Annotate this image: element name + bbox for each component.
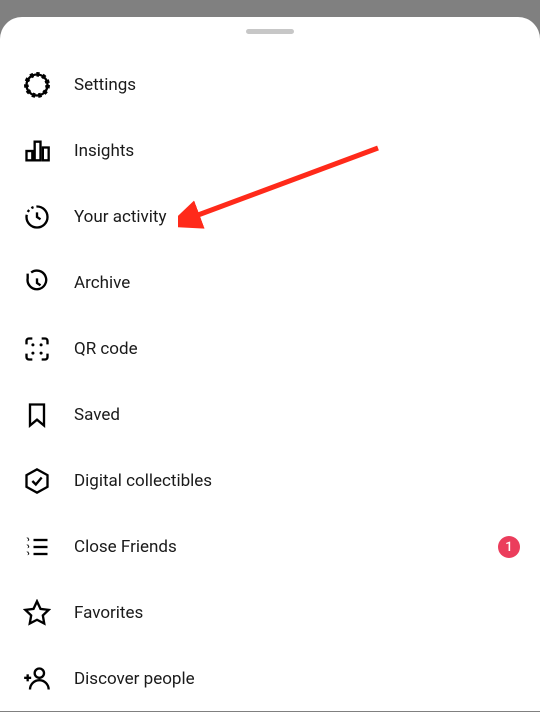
saved-icon xyxy=(22,400,52,430)
menu-item-insights[interactable]: Insights xyxy=(0,118,540,184)
menu-item-your-activity[interactable]: Your activity xyxy=(0,184,540,250)
archive-icon xyxy=(22,268,52,298)
drag-handle[interactable] xyxy=(246,29,294,34)
menu-label: Archive xyxy=(74,273,130,293)
menu-item-digital-collectibles[interactable]: Digital collectibles xyxy=(0,448,540,514)
favorites-icon xyxy=(22,598,52,628)
gear-icon xyxy=(22,70,52,100)
menu-label: QR code xyxy=(74,339,138,359)
qr-icon xyxy=(22,334,52,364)
menu-label: Favorites xyxy=(74,603,143,623)
menu-label: Digital collectibles xyxy=(74,471,212,491)
menu-label: Discover people xyxy=(74,669,195,689)
close-friends-icon xyxy=(22,532,52,562)
menu-item-saved[interactable]: Saved xyxy=(0,382,540,448)
menu-label: Saved xyxy=(74,405,120,425)
notification-badge: 1 xyxy=(498,536,520,558)
menu-item-qr-code[interactable]: QR code xyxy=(0,316,540,382)
menu-list: Settings Insights Your activity xyxy=(0,52,540,712)
menu-label: Your activity xyxy=(74,207,167,227)
activity-icon xyxy=(22,202,52,232)
menu-item-archive[interactable]: Archive xyxy=(0,250,540,316)
menu-label: Insights xyxy=(74,141,134,161)
bottom-sheet: Settings Insights Your activity xyxy=(0,17,540,711)
menu-label: Settings xyxy=(74,75,136,95)
menu-label: Close Friends xyxy=(74,537,177,557)
discover-people-icon xyxy=(22,664,52,694)
collectibles-icon xyxy=(22,466,52,496)
menu-item-favorites[interactable]: Favorites xyxy=(0,580,540,646)
insights-icon xyxy=(22,136,52,166)
menu-item-close-friends[interactable]: Close Friends 1 xyxy=(0,514,540,580)
menu-item-settings[interactable]: Settings xyxy=(0,52,540,118)
menu-item-discover-people[interactable]: Discover people xyxy=(0,646,540,712)
